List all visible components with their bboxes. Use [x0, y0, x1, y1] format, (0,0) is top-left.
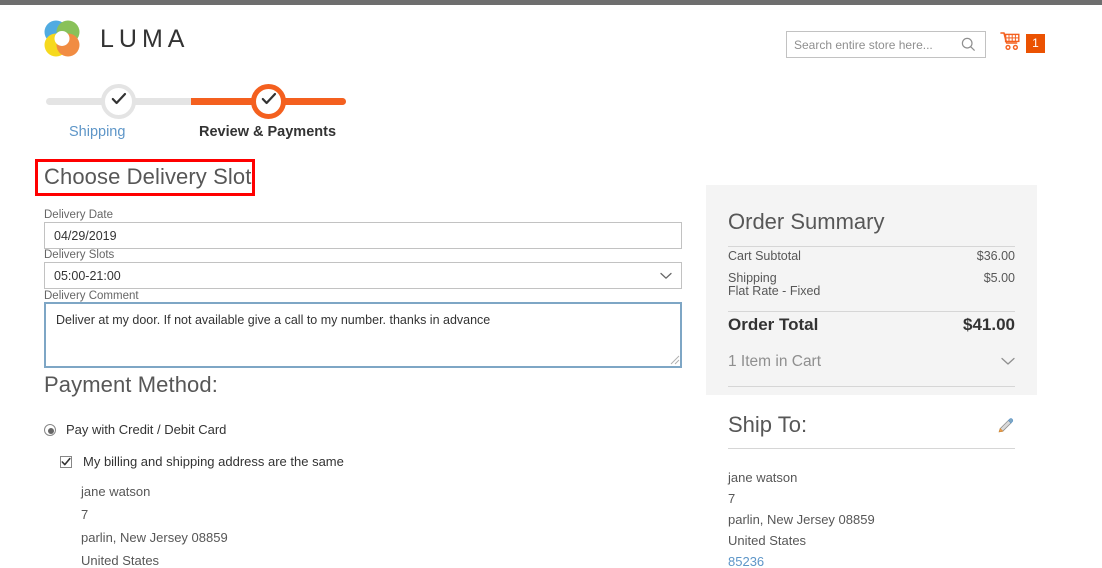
order-total-label: Order Total	[728, 315, 819, 334]
items-in-cart-label: 1 Item in Cart	[728, 353, 822, 370]
billing-address-street: 7	[81, 507, 89, 522]
delivery-comment-label: Delivery Comment	[44, 290, 139, 302]
billing-address-city-state-zip: parlin, New Jersey 08859	[81, 530, 228, 545]
payment-method-option-label: Pay with Credit / Debit Card	[66, 422, 227, 437]
radio-button-icon[interactable]	[44, 423, 56, 436]
search-input[interactable]	[787, 33, 955, 56]
divider	[728, 448, 1015, 449]
ship-to-name: jane watson	[728, 470, 798, 485]
order-summary-row-shipping: Shipping $5.00	[728, 271, 1015, 285]
delivery-comment-textarea[interactable]	[44, 302, 682, 368]
checkbox-checked-icon[interactable]	[60, 455, 72, 468]
delivery-date-input[interactable]	[44, 222, 682, 249]
divider	[728, 311, 1015, 312]
search-box[interactable]	[786, 31, 986, 58]
ship-to-city-state-zip: parlin, New Jersey 08859	[728, 512, 875, 527]
payment-method-heading: Payment Method:	[44, 372, 218, 397]
ship-to-address-block: jane watson 7 parlin, New Jersey 08859 U…	[728, 467, 875, 568]
billing-address-name: jane watson	[81, 484, 151, 499]
pencil-edit-icon[interactable]	[996, 417, 1014, 435]
search-icon[interactable]	[955, 32, 981, 57]
billing-same-as-shipping-checkbox-row[interactable]: My billing and shipping address are the …	[60, 454, 344, 469]
divider	[728, 386, 1015, 387]
order-summary-row-value: $5.00	[983, 271, 1015, 285]
order-summary-row-value: $36.00	[976, 249, 1015, 263]
delivery-slot-heading: Choose Delivery Slot	[44, 164, 252, 189]
ship-to-heading: Ship To:	[728, 412, 808, 437]
chevron-down-icon[interactable]	[1001, 353, 1015, 371]
order-total-value: $41.00	[963, 315, 1015, 334]
chevron-down-icon	[660, 272, 681, 280]
delivery-slots-value: 05:00-21:00	[54, 268, 121, 283]
divider	[728, 246, 1015, 247]
order-summary-row-label: Shipping	[728, 271, 777, 285]
delivery-date-label: Delivery Date	[44, 209, 114, 221]
shipping-method-note: Flat Rate - Fixed	[728, 284, 821, 298]
payment-method-option-credit-card[interactable]: Pay with Credit / Debit Card	[44, 422, 226, 437]
delivery-slots-select[interactable]: 05:00-21:00	[44, 262, 682, 289]
billing-same-as-shipping-label: My billing and shipping address are the …	[83, 454, 344, 469]
order-total-row: Order Total $41.00	[728, 315, 1015, 335]
cart-link[interactable]: 1	[1000, 31, 1045, 56]
checkout-page: LUMA Search entire store here... 1 Shipp…	[0, 0, 1102, 568]
items-in-cart-toggle[interactable]: 1 Item in Cart	[728, 353, 1015, 371]
ship-to-street: 7	[728, 491, 736, 506]
ship-to-phone: 85236	[728, 554, 765, 568]
ship-to-country: United States	[728, 533, 807, 548]
order-summary-row-label: Cart Subtotal	[728, 249, 801, 263]
delivery-slots-label: Delivery Slots	[44, 249, 115, 261]
order-summary-row-subtotal: Cart Subtotal $36.00	[728, 249, 1015, 263]
checkout-main-column: Choose Delivery Slot Delivery Date Deliv…	[0, 0, 706, 568]
billing-address-country: United States	[81, 553, 160, 568]
order-summary-heading: Order Summary	[728, 209, 885, 234]
cart-count-badge: 1	[1026, 34, 1045, 53]
order-summary-panel: Order Summary Cart Subtotal $36.00 Shipp…	[706, 185, 1037, 395]
billing-address-block: jane watson 7 parlin, New Jersey 08859 U…	[81, 480, 228, 568]
shopping-cart-icon[interactable]	[1000, 31, 1022, 56]
